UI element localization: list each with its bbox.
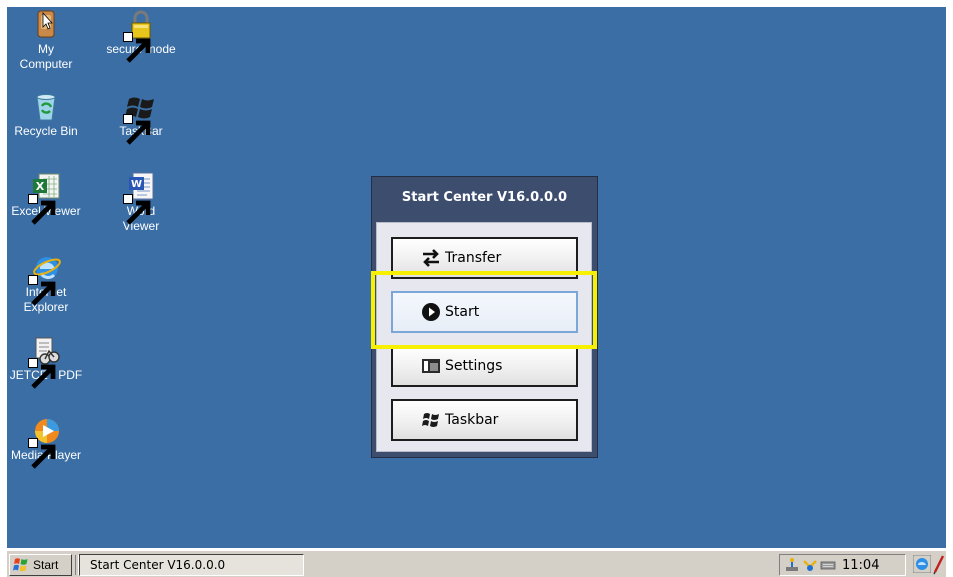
start-label: Start [33, 558, 59, 572]
svg-text:X: X [36, 180, 45, 193]
desktop-icon-jetcet-pdf[interactable]: JETCET PDF [5, 335, 87, 389]
start-button[interactable]: Start [391, 291, 578, 333]
shortcut-arrow-icon [28, 194, 56, 225]
taskbar-task-start-center[interactable]: Start Center V16.0.0.0 [79, 554, 304, 576]
desktop-icon-taskbar[interactable]: TaskBar [100, 91, 182, 145]
desktop-icon-excel-viewer[interactable]: X Excel Viewer [5, 171, 87, 225]
button-label: Start [445, 304, 480, 320]
desktop-icon-recycle-bin[interactable]: Recycle Bin [5, 91, 87, 139]
usb-icon[interactable] [802, 557, 818, 573]
internet-explorer-icon [28, 252, 62, 306]
my-computer-icon [30, 9, 62, 41]
start-menu-button[interactable]: Start [9, 554, 72, 576]
desktop-icon-word-viewer[interactable]: W Word Viewer [100, 171, 182, 234]
shortcut-arrow-icon [28, 275, 56, 306]
shortcut-arrow-icon [123, 194, 151, 225]
settings-icon [421, 356, 441, 376]
system-tray: 11:04 [779, 554, 906, 576]
taskbar: Start Start Center V16.0.0.0 11:04 [7, 550, 946, 577]
shortcut-arrow-icon [123, 114, 151, 145]
excel-icon: X [28, 171, 62, 225]
jetcet-pdf-icon [28, 335, 62, 389]
pen-icon[interactable] [933, 555, 945, 575]
transfer-arrows-icon [421, 248, 441, 268]
transfer-button[interactable]: Transfer [391, 237, 578, 279]
windows-flag-icon [421, 410, 441, 430]
button-label: Taskbar [445, 412, 499, 428]
clock[interactable]: 11:04 [842, 558, 879, 573]
network-icon[interactable] [784, 557, 800, 573]
shortcut-arrow-icon [28, 438, 56, 469]
screen: My Computer secure mode Recycle Bin Task… [0, 0, 953, 577]
shortcut-arrow-icon [123, 32, 151, 63]
task-label: Start Center V16.0.0.0 [90, 558, 226, 572]
taskbar-button[interactable]: Taskbar [391, 399, 578, 441]
settings-button[interactable]: Settings [391, 345, 578, 387]
windows-logo-icon [12, 557, 30, 573]
desktop-icon-label: Recycle Bin [14, 124, 78, 138]
keyboard-icon[interactable] [820, 557, 836, 573]
media-player-icon [28, 415, 62, 469]
desktop-icon-my-computer[interactable]: My Computer [5, 9, 87, 72]
word-icon: W [123, 171, 157, 225]
play-circle-icon [421, 302, 441, 322]
desktop-icon-media-player[interactable]: Media Player [5, 415, 87, 469]
button-label: Settings [445, 358, 503, 374]
padlock-icon [123, 9, 157, 63]
window-title: Start Center V16.0.0.0 [401, 190, 568, 205]
windows-flag-icon [123, 91, 157, 145]
button-panel: Transfer Start Settings Taskbar [376, 222, 592, 452]
start-center-window: Start Center V16.0.0.0 Transfer Start Se… [371, 176, 598, 458]
desktop-icon-label: My Computer [19, 42, 73, 71]
svg-text:W: W [131, 179, 142, 190]
desktop-icon-internet-explorer[interactable]: Internet Explorer [5, 252, 87, 315]
internet-explorer-icon[interactable] [913, 555, 931, 573]
shortcut-arrow-icon [28, 358, 56, 389]
desktop-icon-secure-mode[interactable]: secure mode [100, 9, 182, 63]
recycle-bin-icon [30, 91, 62, 123]
button-label: Transfer [445, 250, 502, 266]
